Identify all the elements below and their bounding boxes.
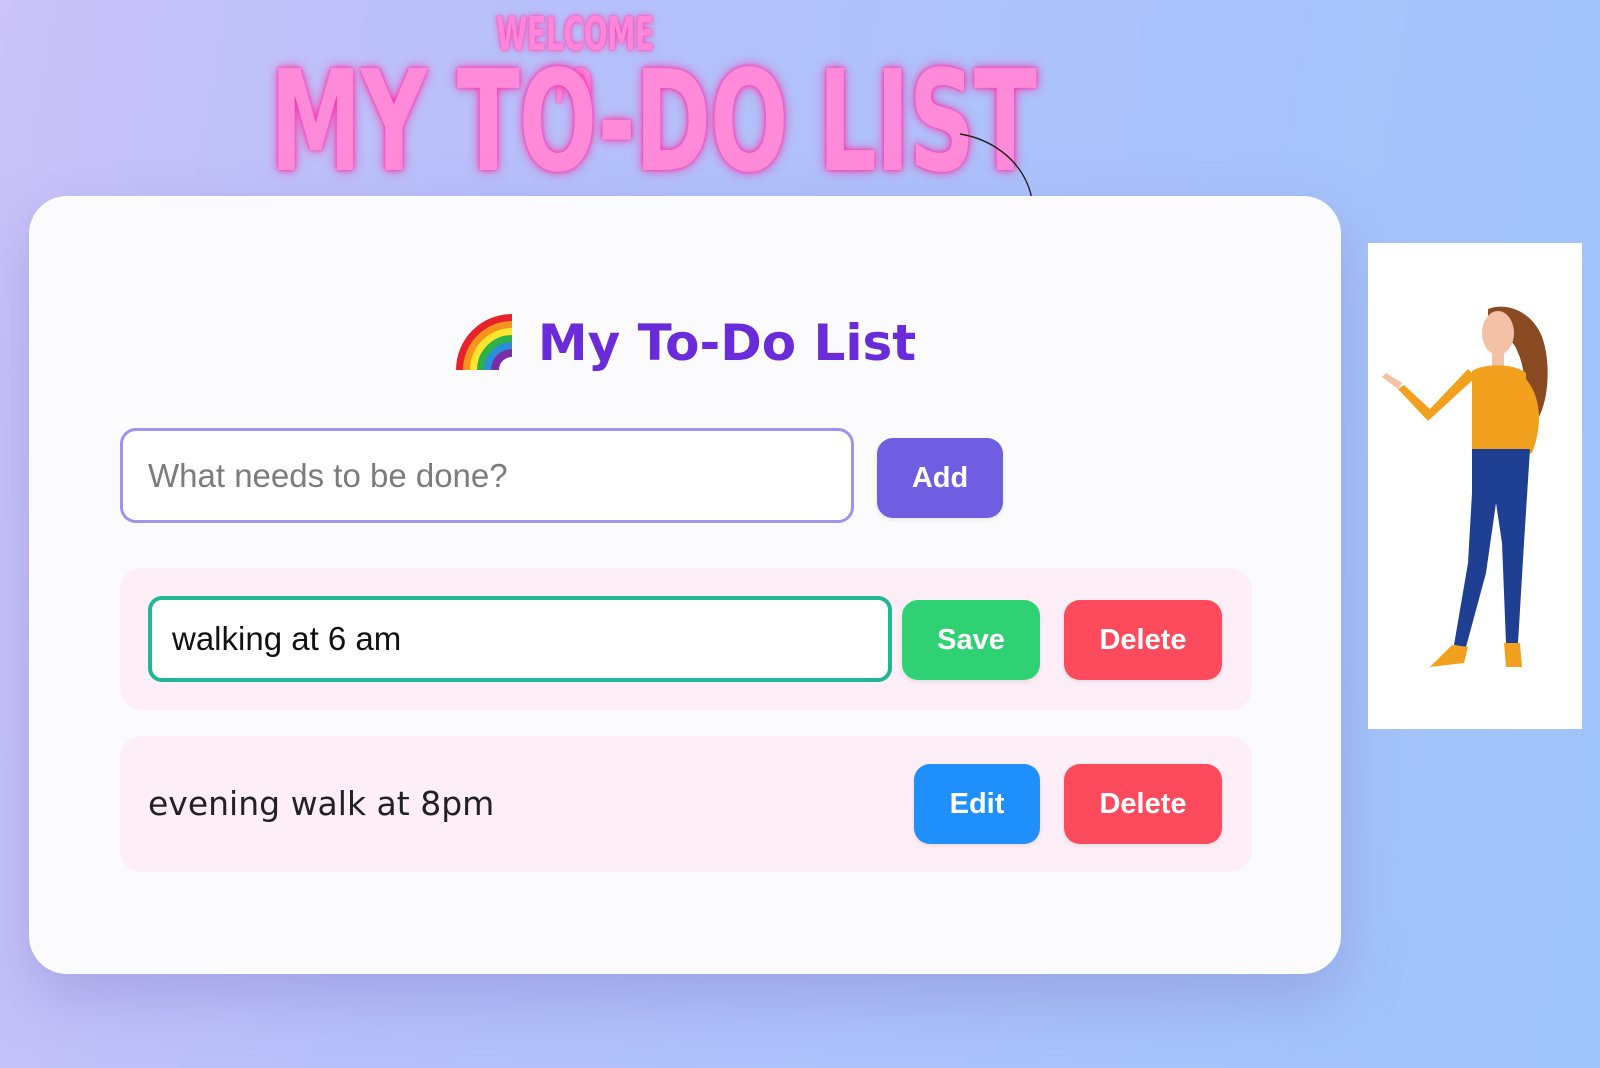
app-title: My To-Do List <box>537 314 917 372</box>
woman-pointing-icon <box>1382 306 1548 667</box>
add-button[interactable]: Add <box>877 438 1003 518</box>
task-text: evening walk at 8pm <box>148 784 495 823</box>
app-title-row: My To-Do List <box>29 312 1341 374</box>
todo-card: My To-Do List Add Save Delete evening wa… <box>29 196 1341 974</box>
delete-button[interactable]: Delete <box>1064 600 1222 680</box>
delete-button[interactable]: Delete <box>1064 764 1222 844</box>
poster-title: MY TO-DO LIST <box>269 41 1037 204</box>
new-task-input[interactable] <box>120 428 854 523</box>
rainbow-icon <box>455 314 513 371</box>
edit-button[interactable]: Edit <box>914 764 1040 844</box>
task-item: Save Delete <box>120 568 1252 710</box>
save-button[interactable]: Save <box>902 600 1040 680</box>
woman-pointing-illustration <box>1368 243 1582 729</box>
task-item: evening walk at 8pm Edit Delete <box>120 736 1252 872</box>
task-edit-input[interactable] <box>148 596 892 682</box>
